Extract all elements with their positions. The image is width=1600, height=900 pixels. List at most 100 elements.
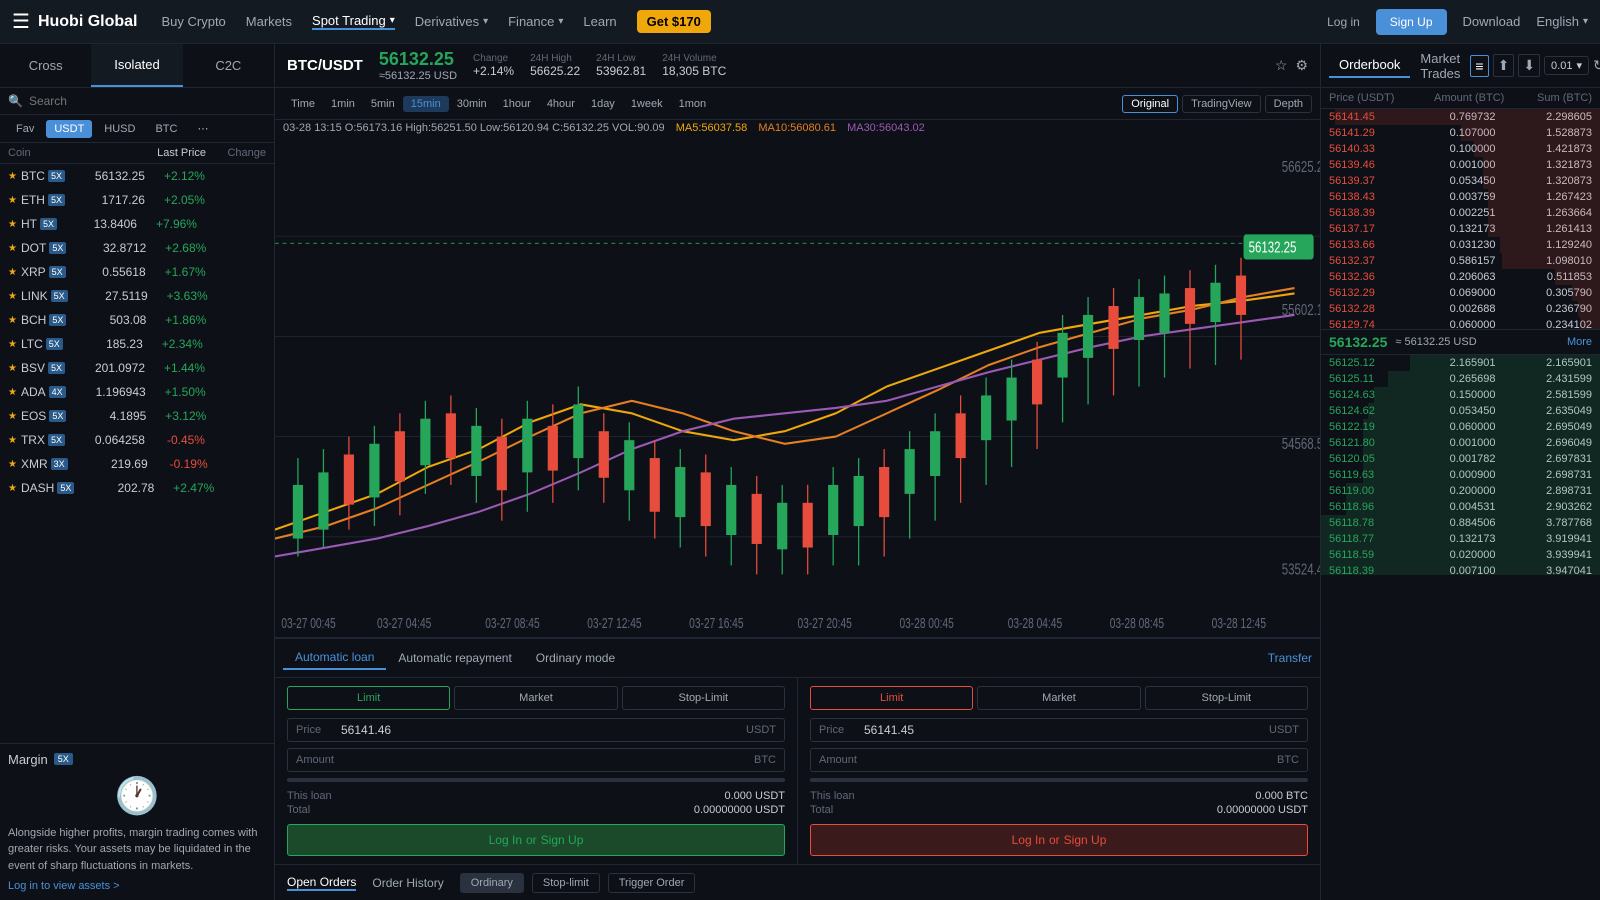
buy-price-input[interactable] xyxy=(341,723,746,737)
tab-btc[interactable]: BTC xyxy=(147,120,185,138)
tab-c2c[interactable]: C2C xyxy=(183,44,274,87)
sell-stop-limit-btn[interactable]: Stop-Limit xyxy=(1145,686,1308,710)
time-btn-1week[interactable]: 1week xyxy=(623,96,671,112)
nav-buy-crypto[interactable]: Buy Crypto xyxy=(161,14,225,29)
bid-row[interactable]: 56124.62 0.053450 2.635049 xyxy=(1321,403,1600,419)
tab-cross[interactable]: Cross xyxy=(0,44,91,87)
ob-view-bids[interactable]: ⬇ xyxy=(1518,54,1540,77)
list-item[interactable]: ★ EOS 5X 4.1895 +3.12% xyxy=(0,404,274,428)
bid-row[interactable]: 56118.96 0.004531 2.903262 xyxy=(1321,499,1600,515)
bid-row[interactable]: 56124.63 0.150000 2.581599 xyxy=(1321,387,1600,403)
time-btn-time[interactable]: Time xyxy=(283,96,323,112)
list-item[interactable]: ★ BTC 5X 56132.25 +2.12% xyxy=(0,164,274,188)
list-item[interactable]: ★ XMR 3X 219.69 -0.19% xyxy=(0,452,274,476)
ask-row[interactable]: 56141.45 0.769732 2.298605 xyxy=(1321,109,1600,125)
time-btn-5min[interactable]: 5min xyxy=(363,96,403,112)
tab-auto-repay[interactable]: Automatic repayment xyxy=(386,647,523,669)
time-btn-1mon[interactable]: 1mon xyxy=(671,96,715,112)
list-item[interactable]: ★ BCH 5X 503.08 +1.86% xyxy=(0,308,274,332)
buy-slider[interactable] xyxy=(287,778,785,782)
buy-limit-btn[interactable]: Limit xyxy=(287,686,450,710)
tab-market-trades[interactable]: Market Trades xyxy=(1410,47,1470,85)
bid-row[interactable]: 56125.12 2.165901 2.165901 xyxy=(1321,355,1600,371)
star-icon[interactable]: ★ xyxy=(8,435,17,446)
star-icon[interactable]: ★ xyxy=(8,267,17,278)
sell-login-btn[interactable]: Log In or Sign Up xyxy=(810,824,1308,856)
ask-row[interactable]: 56132.28 0.002688 0.236790 xyxy=(1321,301,1600,317)
view-btn-original[interactable]: Original xyxy=(1122,95,1178,113)
list-item[interactable]: ★ LINK 5X 27.5119 +3.63% xyxy=(0,284,274,308)
nav-markets[interactable]: Markets xyxy=(246,14,292,29)
ask-row[interactable]: 56132.29 0.069000 0.305790 xyxy=(1321,285,1600,301)
menu-icon[interactable]: ☰ xyxy=(12,9,30,34)
list-item[interactable]: ★ XRP 5X 0.55618 +1.67% xyxy=(0,260,274,284)
time-btn-1day[interactable]: 1day xyxy=(583,96,623,112)
ask-row[interactable]: 56140.33 0.100000 1.421873 xyxy=(1321,141,1600,157)
time-btn-1min[interactable]: 1min xyxy=(323,96,363,112)
bid-row[interactable]: 56121.80 0.001000 2.696049 xyxy=(1321,435,1600,451)
ob-view-all[interactable]: ≡ xyxy=(1470,55,1488,77)
ask-row[interactable]: 56133.66 0.031230 1.129240 xyxy=(1321,237,1600,253)
star-icon[interactable]: ★ xyxy=(8,171,17,182)
star-icon[interactable]: ★ xyxy=(8,339,17,350)
nav-get-bonus[interactable]: Get $170 xyxy=(637,10,711,33)
tab-husd[interactable]: HUSD xyxy=(96,120,143,138)
view-btn-depth[interactable]: Depth xyxy=(1265,95,1312,113)
bid-row[interactable]: 56119.63 0.000900 2.698731 xyxy=(1321,467,1600,483)
sell-slider[interactable] xyxy=(810,778,1308,782)
bid-row[interactable]: 56118.59 0.020000 3.939941 xyxy=(1321,547,1600,563)
list-item[interactable]: ★ LTC 5X 185.23 +2.34% xyxy=(0,332,274,356)
transfer-button[interactable]: Transfer xyxy=(1268,651,1312,665)
ask-row[interactable]: 56132.37 0.586157 1.098010 xyxy=(1321,253,1600,269)
bid-row[interactable]: 56118.39 0.007100 3.947041 xyxy=(1321,563,1600,575)
star-icon[interactable]: ★ xyxy=(8,387,17,398)
star-icon[interactable]: ★ xyxy=(8,483,17,494)
sell-market-btn[interactable]: Market xyxy=(977,686,1140,710)
mid-more-link[interactable]: More xyxy=(1567,336,1592,348)
filter-trigger[interactable]: Trigger Order xyxy=(608,873,696,893)
download-button[interactable]: Download xyxy=(1463,14,1521,29)
filter-stop-limit[interactable]: Stop-limit xyxy=(532,873,600,893)
ob-refresh-icon[interactable]: ↻ xyxy=(1593,57,1600,74)
time-btn-30min[interactable]: 30min xyxy=(449,96,495,112)
list-item[interactable]: ★ ADA 4X 1.196943 +1.50% xyxy=(0,380,274,404)
ask-row[interactable]: 56129.74 0.060000 0.234102 xyxy=(1321,317,1600,329)
tab-ordinary[interactable]: Ordinary mode xyxy=(524,647,627,669)
trading-pair[interactable]: BTC/USDT xyxy=(287,57,363,74)
tab-fav[interactable]: Fav xyxy=(8,120,42,138)
nav-spot-trading[interactable]: Spot Trading ▾ xyxy=(312,13,395,30)
margin-link[interactable]: Log in to view assets > xyxy=(8,880,266,892)
tab-isolated[interactable]: Isolated xyxy=(91,44,182,87)
star-icon[interactable]: ★ xyxy=(8,195,17,206)
time-btn-4hour[interactable]: 4hour xyxy=(539,96,583,112)
star-icon[interactable]: ★ xyxy=(8,291,17,302)
bid-row[interactable]: 56119.00 0.200000 2.898731 xyxy=(1321,483,1600,499)
ask-row[interactable]: 56138.43 0.003759 1.267423 xyxy=(1321,189,1600,205)
logo[interactable]: ☰ Huobi Global xyxy=(12,9,137,34)
time-btn-15min[interactable]: 15min xyxy=(403,96,449,112)
login-button[interactable]: Log in xyxy=(1327,15,1360,29)
list-item[interactable]: ★ BSV 5X 201.0972 +1.44% xyxy=(0,356,274,380)
nav-derivatives[interactable]: Derivatives ▾ xyxy=(415,14,488,29)
bid-row[interactable]: 56118.77 0.132173 3.919941 xyxy=(1321,531,1600,547)
ask-row[interactable]: 56132.36 0.206063 0.511853 xyxy=(1321,269,1600,285)
view-btn-tradingview[interactable]: TradingView xyxy=(1182,95,1261,113)
ob-view-asks[interactable]: ⬆ xyxy=(1493,54,1515,77)
list-item[interactable]: ★ ETH 5X 1717.26 +2.05% xyxy=(0,188,274,212)
star-icon[interactable]: ★ xyxy=(8,363,17,374)
ask-row[interactable]: 56138.39 0.002251 1.263664 xyxy=(1321,205,1600,221)
nav-finance[interactable]: Finance ▾ xyxy=(508,14,563,29)
signup-button[interactable]: Sign Up xyxy=(1376,9,1447,35)
star-icon[interactable]: ★ xyxy=(8,459,17,470)
list-item[interactable]: ★ DOT 5X 32.8712 +2.68% xyxy=(0,236,274,260)
bid-row[interactable]: 56125.11 0.265698 2.431599 xyxy=(1321,371,1600,387)
search-input[interactable] xyxy=(29,94,266,108)
ask-row[interactable]: 56137.17 0.132173 1.261413 xyxy=(1321,221,1600,237)
filter-ordinary[interactable]: Ordinary xyxy=(460,873,524,893)
tab-orderbook[interactable]: Orderbook xyxy=(1329,53,1410,78)
list-item[interactable]: ★ TRX 5X 0.064258 -0.45% xyxy=(0,428,274,452)
star-icon[interactable]: ★ xyxy=(8,243,17,254)
tab-open-orders[interactable]: Open Orders xyxy=(287,875,356,891)
ask-row[interactable]: 56139.46 0.001000 1.321873 xyxy=(1321,157,1600,173)
ask-row[interactable]: 56141.29 0.107000 1.528873 xyxy=(1321,125,1600,141)
